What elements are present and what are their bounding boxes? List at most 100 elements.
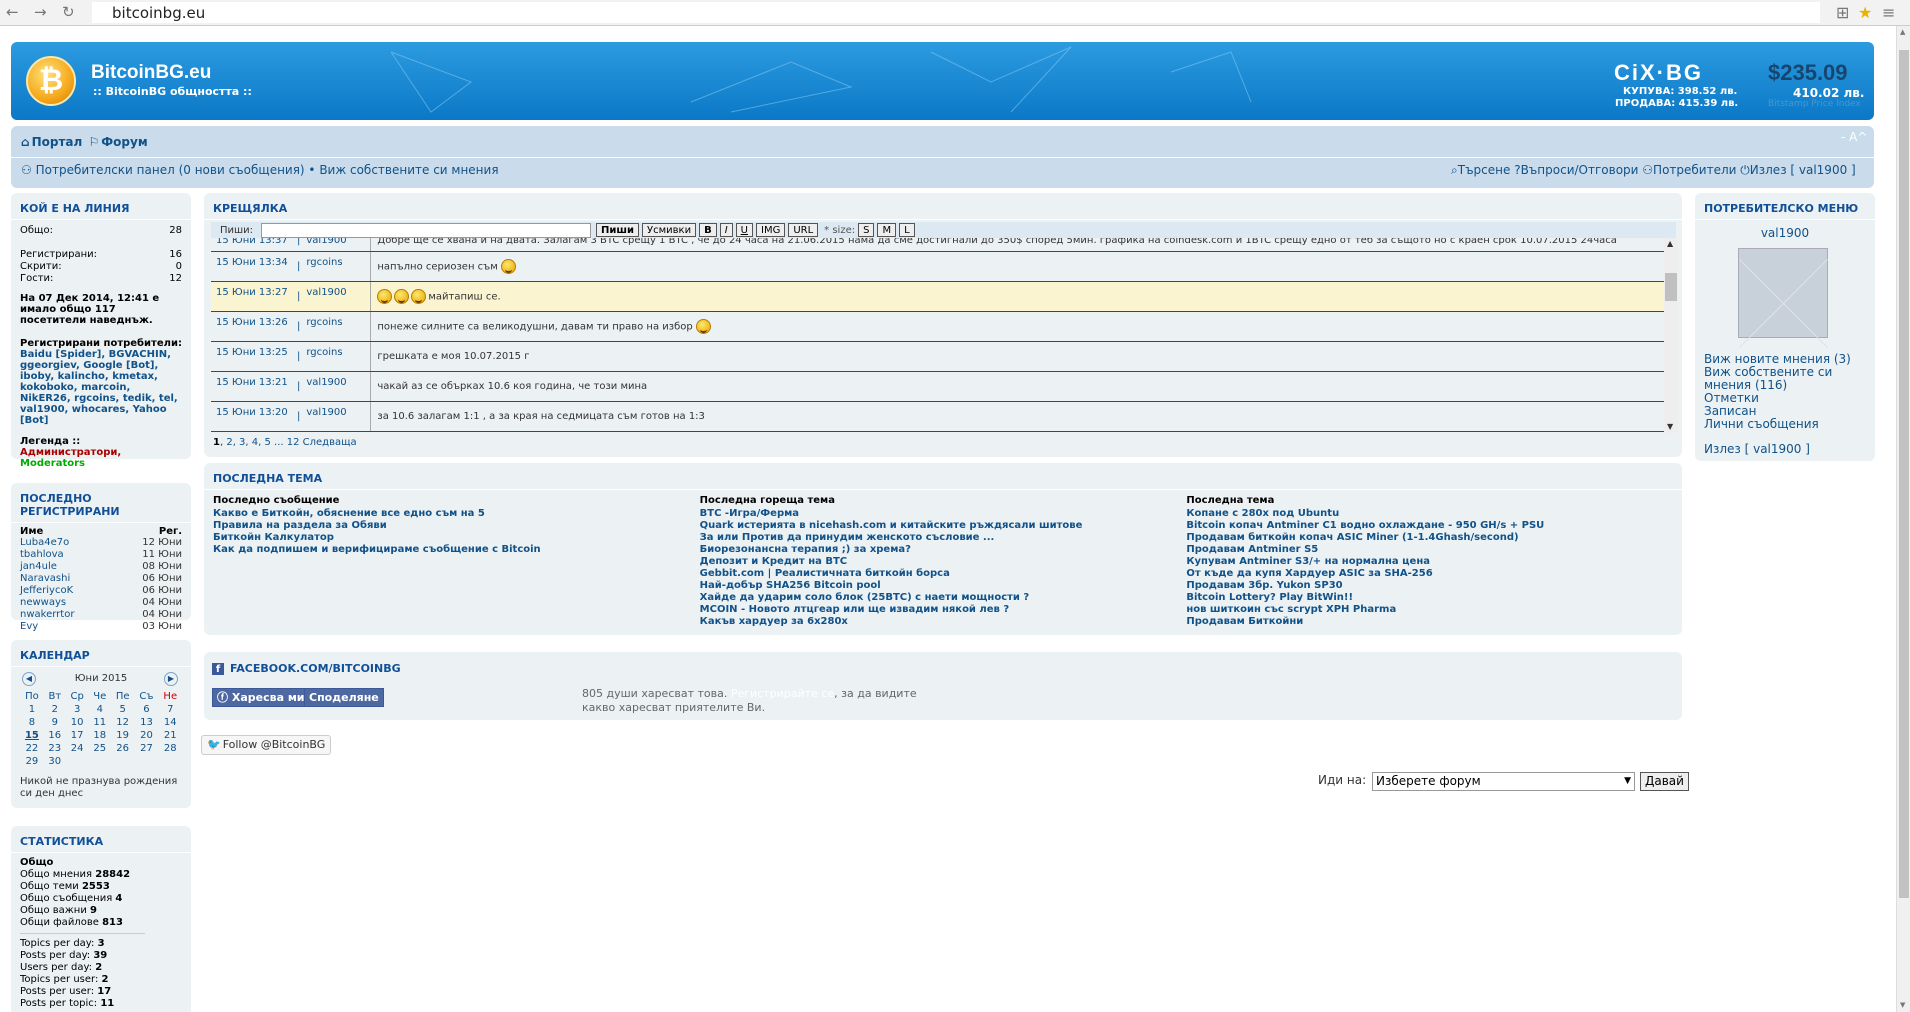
member-name-link[interactable]: newways [20, 597, 114, 609]
calendar-day[interactable]: 17 [66, 729, 89, 742]
faq-link[interactable]: Въпроси/Отговори [1521, 163, 1639, 177]
topic-link[interactable]: Продавам Биткойни [1186, 616, 1673, 628]
topic-link[interactable]: За или Против да принудим женското съсло… [700, 532, 1187, 544]
own-posts-link[interactable]: Виж собствените си мнения (116) [1704, 366, 1869, 392]
member-name-link[interactable]: Evy [20, 621, 114, 633]
font-size-toggle[interactable]: - A^ [1841, 130, 1867, 144]
shout-author-link[interactable]: val1900 [300, 238, 372, 251]
nav-portal-link[interactable]: Портал [32, 135, 83, 149]
scroll-down-icon[interactable]: ▼ [1900, 1001, 1905, 1009]
facebook-title[interactable]: f FACEBOOK.COM/BITCOINBG [212, 662, 401, 675]
topic-link[interactable]: Продавам 3бр. Yukon SP30 [1186, 580, 1673, 592]
calendar-day[interactable]: 11 [89, 716, 111, 729]
calendar-day[interactable]: 29 [20, 755, 44, 768]
calendar-day[interactable]: 2 [44, 703, 66, 716]
shout-author-link[interactable]: rgcoins [300, 252, 372, 281]
member-name-link[interactable]: tbahlova [20, 549, 114, 561]
member-name-link[interactable]: Luba4e7o [20, 537, 114, 549]
topic-link[interactable]: Gebbit.com | Реалистичната биткойн борса [700, 568, 1187, 580]
calendar-day[interactable]: 20 [134, 729, 158, 742]
members-link[interactable]: Потребители [1653, 163, 1736, 177]
fb-share-button[interactable]: Споделяне [304, 688, 384, 707]
menu-icon[interactable]: ≡ [1882, 3, 1895, 22]
page-scrollbar[interactable]: ▲ ▼ [1896, 26, 1910, 1012]
size-s-button[interactable]: S [858, 223, 875, 237]
calendar-day[interactable]: 14 [159, 716, 182, 729]
calendar-day[interactable]: 10 [66, 716, 89, 729]
member-name-link[interactable]: Naravashi [20, 573, 114, 585]
scroll-down-icon[interactable]: ▼ [1667, 422, 1673, 431]
next-month-icon[interactable]: ▶ [164, 672, 178, 686]
calendar-day[interactable]: 9 [44, 716, 66, 729]
calendar-day[interactable]: 30 [44, 755, 66, 768]
topic-link[interactable]: Quark истерията в nicehash.com и китайск… [700, 520, 1187, 532]
reload-icon[interactable]: ↻ [62, 3, 75, 21]
topic-link[interactable]: Продавам Antminer S5 [1186, 544, 1673, 556]
cix-logo[interactable]: CiX·BG [1614, 60, 1703, 86]
topic-link[interactable]: Bitcoin копач Antminer C1 водно охлаждан… [1186, 520, 1673, 532]
topic-link[interactable]: Какъв хардуер за 6x280x [700, 616, 1187, 628]
bold-button[interactable]: B [699, 223, 717, 237]
shout-author-link[interactable]: val1900 [300, 282, 372, 311]
topic-link[interactable]: Депозит и Кредит на BTC [700, 556, 1187, 568]
search-link[interactable]: Търсене [1458, 163, 1511, 177]
topic-link[interactable]: MCOIN - Новото лтцгеар или ще извадим ня… [700, 604, 1187, 616]
italic-button[interactable]: I [719, 223, 733, 237]
calendar-day[interactable]: 25 [89, 742, 111, 755]
legend-mod-link[interactable]: Moderators [20, 458, 85, 469]
price-source[interactable]: Bitstamp Price Index [1768, 99, 1861, 109]
calendar-day[interactable]: 23 [44, 742, 66, 755]
topic-link[interactable]: BTC -Игра/Ферма [700, 508, 1187, 520]
logout-link[interactable]: Излез [ val1900 ] [1750, 163, 1856, 177]
calendar-day[interactable]: 28 [159, 742, 182, 755]
address-bar[interactable] [92, 2, 1820, 23]
calendar-day[interactable]: 15 [20, 729, 44, 742]
legend-admin-link[interactable]: Администратори, [20, 447, 121, 458]
topic-link[interactable]: Какво е Биткойн, обяснение все едно съм … [213, 508, 700, 520]
shoutbox-pagination[interactable]: 1, 2, 3, 4, 5 ... 12 Следваща [213, 437, 357, 448]
ucp-link[interactable]: Потребителски панел (0 нови съобщения) •… [36, 163, 499, 177]
username[interactable]: val1900 [1695, 226, 1875, 240]
fb-register-link[interactable]: Регистрирайте се [731, 687, 834, 700]
calendar-day[interactable]: 5 [111, 703, 134, 716]
logout-link[interactable]: Излез [ val1900 ] [1704, 443, 1869, 456]
member-name-link[interactable]: nwakerrtor [20, 609, 114, 621]
shout-author-link[interactable]: val1900 [300, 372, 372, 401]
calendar-day[interactable]: 21 [159, 729, 182, 742]
calendar-day[interactable]: 18 [89, 729, 111, 742]
member-name-link[interactable]: jan4ule [20, 561, 114, 573]
calendar-day[interactable]: 7 [159, 703, 182, 716]
calendar-day[interactable]: 8 [20, 716, 44, 729]
back-icon[interactable]: ← [6, 3, 19, 21]
calendar-day[interactable]: 4 [89, 703, 111, 716]
topic-link[interactable]: От къде да купя Хардуер ASIC за SHA-256 [1186, 568, 1673, 580]
shout-author-link[interactable]: rgcoins [300, 312, 372, 341]
shout-author-link[interactable]: val1900 [300, 402, 372, 431]
forum-jump-select[interactable]: Изберете форум ▼ [1372, 772, 1635, 791]
twitter-follow-button[interactable]: 🐦 Follow @BitcoinBG [201, 735, 332, 755]
img-button[interactable]: IMG [756, 223, 786, 237]
topic-link[interactable]: Биорезонансна терапия ;) за хрема? [700, 544, 1187, 556]
topic-link[interactable]: Как да подпишем и верифицираме съобщение… [213, 544, 700, 556]
jump-go-button[interactable]: Давай [1640, 772, 1689, 791]
topic-link[interactable]: Хайде да ударим соло блок (25BTC) с нает… [700, 592, 1187, 604]
nav-forum-link[interactable]: Форум [101, 135, 147, 149]
calendar-day[interactable]: 27 [134, 742, 158, 755]
topic-link[interactable]: Bitcoin Lottery? Play BitWin!! [1186, 592, 1673, 604]
calendar-day[interactable]: 16 [44, 729, 66, 742]
underline-button[interactable]: U [735, 223, 753, 237]
scroll-up-icon[interactable]: ▲ [1667, 239, 1673, 248]
url-button[interactable]: URL [788, 223, 819, 237]
size-l-button[interactable]: L [899, 223, 915, 237]
calendar-day[interactable]: 13 [134, 716, 158, 729]
topic-link[interactable]: Биткойн Калкулатор [213, 532, 700, 544]
shout-post-button[interactable]: Пиши [596, 223, 640, 237]
calendar-day[interactable]: 26 [111, 742, 134, 755]
pms-link[interactable]: Лични съобщения [1704, 418, 1869, 431]
calendar-day[interactable]: 1 [20, 703, 44, 716]
shoutbox-input[interactable] [261, 223, 591, 238]
forward-icon[interactable]: → [34, 3, 47, 21]
bitcoin-logo-icon[interactable]: ₿ [26, 56, 76, 106]
calendar-day[interactable]: 19 [111, 729, 134, 742]
topic-link[interactable]: нов шиткоин със scrypt XPH Pharma [1186, 604, 1673, 616]
